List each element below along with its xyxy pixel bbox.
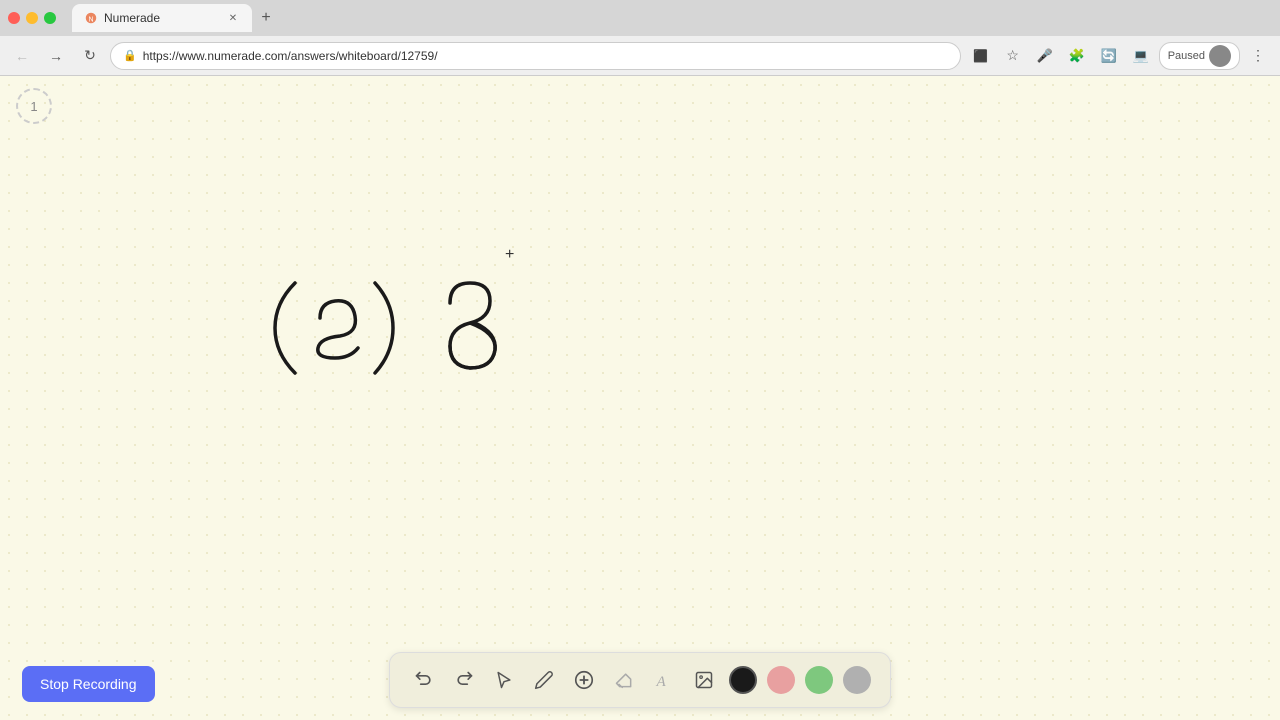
active-tab[interactable]: N Numerade ✕ <box>72 4 252 32</box>
new-tab-button[interactable]: + <box>252 4 280 32</box>
undo-button[interactable] <box>406 662 442 698</box>
color-gray-button[interactable] <box>843 666 871 694</box>
tab-favicon: N <box>84 11 98 25</box>
stop-recording-button[interactable]: Stop Recording <box>22 666 155 702</box>
handwriting-svg <box>0 76 1280 720</box>
lock-icon: 🔒 <box>123 49 137 62</box>
undo-icon <box>414 670 434 690</box>
tab-label: Numerade <box>104 11 160 25</box>
close-button[interactable] <box>8 12 20 24</box>
screensaver-icon[interactable]: 💻 <box>1127 42 1155 70</box>
refresh-button[interactable]: ↻ <box>76 42 104 70</box>
select-tool-button[interactable] <box>486 662 522 698</box>
pen-tool-button[interactable] <box>526 662 562 698</box>
tab-close-button[interactable]: ✕ <box>226 11 240 25</box>
svg-text:N: N <box>88 17 93 24</box>
window-controls <box>8 12 56 24</box>
nav-bar: ← → ↻ 🔒 https://www.numerade.com/answers… <box>0 36 1280 76</box>
eraser-tool-button[interactable] <box>606 662 642 698</box>
profile-button[interactable] <box>1209 45 1231 67</box>
whiteboard-canvas[interactable]: 1 + Stop Recording <box>0 76 1280 720</box>
pen-icon <box>534 670 554 690</box>
bottom-toolbar: A <box>389 652 891 708</box>
microphone-icon[interactable]: 🎤 <box>1031 42 1059 70</box>
eraser-icon <box>614 670 634 690</box>
text-icon: A <box>654 670 674 690</box>
add-tool-button[interactable] <box>566 662 602 698</box>
color-pink-button[interactable] <box>767 666 795 694</box>
text-tool-button[interactable]: A <box>646 662 682 698</box>
redo-button[interactable] <box>446 662 482 698</box>
tab-bar: N Numerade ✕ + <box>72 4 1272 32</box>
sync-icon[interactable]: 🔄 <box>1095 42 1123 70</box>
nav-right-controls: ⬛ ☆ 🎤 🧩 🔄 💻 Paused ⋮ <box>967 42 1272 70</box>
image-tool-button[interactable] <box>686 662 722 698</box>
url-text: https://www.numerade.com/answers/whitebo… <box>143 49 948 63</box>
svg-text:A: A <box>656 674 667 690</box>
bookmark-icon[interactable]: ☆ <box>999 42 1027 70</box>
menu-button[interactable]: ⋮ <box>1244 42 1272 70</box>
color-black-button[interactable] <box>729 666 757 694</box>
maximize-button[interactable] <box>44 12 56 24</box>
forward-button[interactable]: → <box>42 42 70 70</box>
image-icon <box>694 670 714 690</box>
add-icon <box>573 669 595 691</box>
address-bar[interactable]: 🔒 https://www.numerade.com/answers/white… <box>110 42 961 70</box>
color-green-button[interactable] <box>805 666 833 694</box>
paused-label: Paused <box>1168 50 1205 62</box>
back-button[interactable]: ← <box>8 42 36 70</box>
paused-badge: Paused <box>1159 42 1240 70</box>
cast-icon[interactable]: ⬛ <box>967 42 995 70</box>
browser-window: N Numerade ✕ + ← → ↻ 🔒 https://www.numer… <box>0 0 1280 720</box>
extensions-icon[interactable]: 🧩 <box>1063 42 1091 70</box>
redo-icon <box>454 670 474 690</box>
title-bar: N Numerade ✕ + <box>0 0 1280 36</box>
minimize-button[interactable] <box>26 12 38 24</box>
select-icon <box>494 670 514 690</box>
